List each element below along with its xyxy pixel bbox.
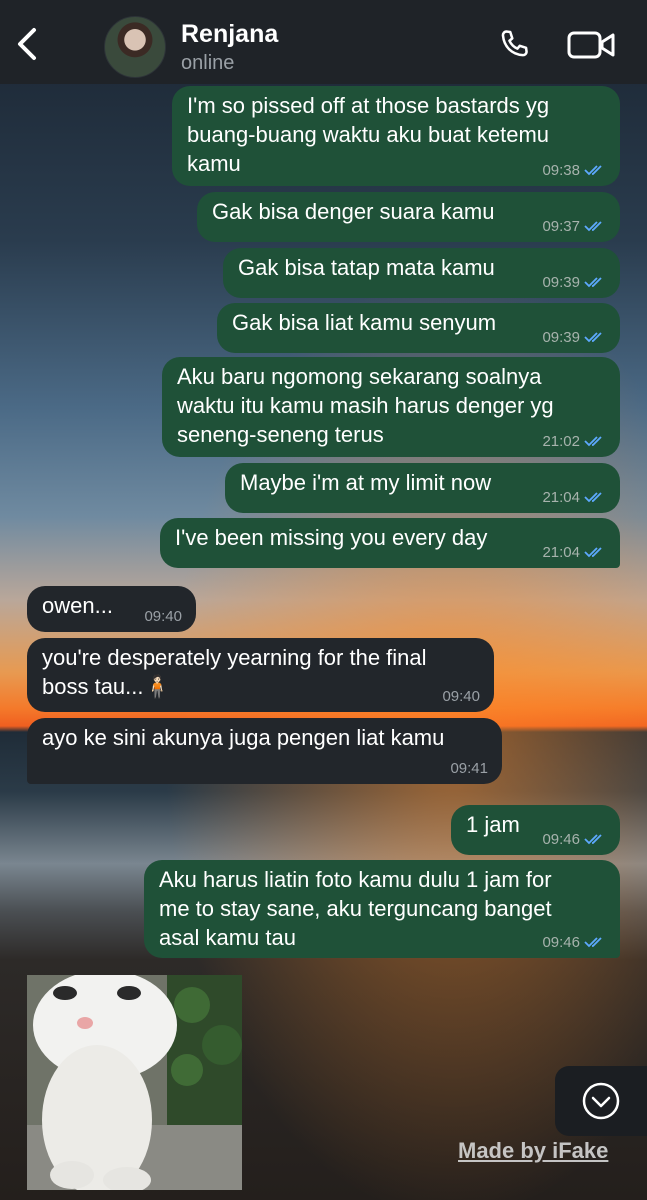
message-time: 21:04 [542, 489, 580, 506]
message-line: waktu itu kamu masih harus denger yg [177, 393, 554, 418]
message-line: you're desperately yearning for the fina… [42, 645, 427, 670]
message-bubble[interactable]: 1 jam 09:46 [451, 805, 620, 855]
scroll-to-bottom-button[interactable] [555, 1066, 647, 1136]
contact-name[interactable]: Renjana [181, 20, 278, 49]
chevron-left-icon[interactable] [10, 24, 44, 64]
message-bubble[interactable]: ayo ke sini akunya juga pengen liat kamu… [27, 718, 502, 784]
message-meta: 21:04 [542, 489, 606, 507]
message-meta: 09:37 [542, 218, 606, 236]
double-check-icon [584, 834, 602, 845]
message-line: ayo ke sini akunya juga pengen liat kamu [42, 725, 445, 750]
message-line: boss tau...🧍🏻 [42, 674, 171, 699]
message-meta: 09:46 [542, 934, 606, 952]
message-bubble[interactable]: owen... 09:40 [27, 586, 196, 632]
double-check-icon [584, 165, 602, 176]
message-bubble[interactable]: Aku baru ngomong sekarang soalnya waktu … [162, 357, 620, 457]
video-camera-icon[interactable] [566, 28, 616, 62]
chevron-down-circle-icon [582, 1082, 620, 1120]
double-check-icon [584, 221, 602, 232]
message-time: 09:40 [442, 688, 480, 705]
contact-status: online [181, 52, 235, 74]
watermark-link[interactable]: Made by iFake [458, 1138, 608, 1164]
double-check-icon [584, 332, 602, 343]
message-line: Aku harus liatin foto kamu dulu 1 jam fo… [159, 867, 552, 892]
message-line: I'm so pissed off at those bastards yg [187, 93, 550, 118]
photo-message[interactable] [27, 975, 242, 1190]
avatar[interactable] [104, 16, 166, 78]
phone-icon[interactable] [496, 26, 534, 64]
message-bubble[interactable]: I'm so pissed off at those bastards yg b… [172, 86, 620, 186]
message-time: 21:04 [542, 544, 580, 561]
message-time: 21:02 [542, 433, 580, 450]
message-bubble[interactable]: Gak bisa liat kamu senyum 09:39 [217, 303, 620, 353]
message-bubble[interactable]: you're desperately yearning for the fina… [27, 638, 494, 712]
chat-header: Renjana online [0, 0, 647, 84]
message-meta: 09:46 [542, 831, 606, 849]
message-bubble[interactable]: Gak bisa tatap mata kamu 09:39 [223, 248, 620, 298]
message-line: Aku baru ngomong sekarang soalnya [177, 364, 542, 389]
message-meta: 21:02 [542, 433, 606, 451]
message-time: 09:38 [542, 162, 580, 179]
message-bubble[interactable]: Gak bisa denger suara kamu 09:37 [197, 192, 620, 242]
message-meta: 09:38 [542, 162, 606, 180]
double-check-icon [584, 436, 602, 447]
double-check-icon [584, 547, 602, 558]
message-meta: 21:04 [542, 544, 606, 562]
message-time: 09:41 [450, 760, 488, 777]
message-bubble[interactable]: Aku harus liatin foto kamu dulu 1 jam fo… [144, 860, 620, 958]
message-bubble[interactable]: I've been missing you every day 21:04 [160, 518, 620, 568]
message-meta: 09:39 [542, 274, 606, 292]
message-time: 09:39 [542, 329, 580, 346]
double-check-icon [584, 492, 602, 503]
message-bubble[interactable]: Maybe i'm at my limit now 21:04 [225, 463, 620, 513]
message-line: me to stay sane, aku terguncang banget [159, 896, 552, 921]
message-line: buang-buang waktu aku buat ketemu [187, 122, 550, 147]
message-time: 09:46 [542, 831, 580, 848]
message-time: 09:37 [542, 218, 580, 235]
double-check-icon [584, 277, 602, 288]
message-time: 09:39 [542, 274, 580, 291]
message-line: asal kamu tau [159, 925, 296, 950]
message-line: I've been missing you every day [175, 525, 488, 550]
message-time: 09:40 [144, 608, 182, 625]
cat-photo [27, 975, 242, 1190]
message-time: 09:46 [542, 934, 580, 951]
double-check-icon [584, 937, 602, 948]
message-meta: 09:39 [542, 329, 606, 347]
